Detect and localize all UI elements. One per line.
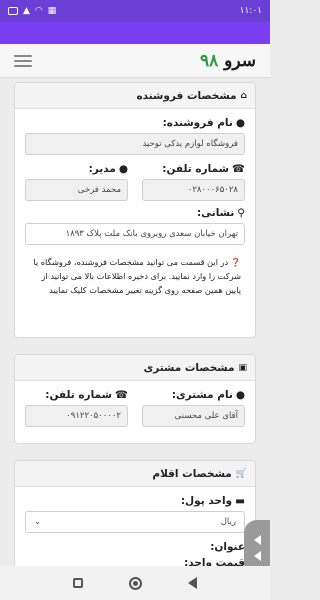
app-bar: سرو ۹۸ [0,44,270,78]
battery-icon [8,7,18,15]
chevron-down-icon: ⌄ [34,517,42,527]
seller-name-label: ● نام فروشنده: [162,117,245,129]
phone-icon: ☎ [114,389,128,401]
user-icon: ● [235,117,245,129]
home-icon: ⌂ [240,90,247,101]
signal-icon: ▲ [23,6,30,16]
app-logo: سرو ۹۸ [200,51,256,71]
seller-phone-field[interactable]: ۰۲۸۰۰۰۶۵۰۲۸ [142,179,245,201]
question-icon: ❓ [230,257,241,267]
purple-header-strip [0,22,270,44]
status-clock: ۱۱:۰۱ [239,6,262,16]
seller-card-header: ⌂ مشخصات فروشنده [15,83,255,109]
seller-card-title: مشخصات فروشنده [136,89,237,102]
phone-icon: ☎ [231,163,245,175]
user-icon: ● [235,389,245,401]
customer-phone-label: ☎ شماره تلفن: [45,389,128,401]
items-card: 🛒 مشخصات اقلام ▬ واحد پول: ریال ⌄ عنوان: … [14,460,256,580]
location-icon: ⚲ [237,207,245,219]
seller-name-field[interactable]: فروشگاه لوازم یدکی توحید [25,133,245,155]
money-icon: ▬ [235,495,245,507]
seller-phone-label: ☎ شماره تلفن: [162,163,245,175]
customer-card: ▣ مشخصات مشتری ● نام مشتری: آقای علی محسن… [14,354,256,444]
logo-text: سرو [224,50,256,71]
customer-card-header: ▣ مشخصات مشتری [15,355,255,381]
arrow-left-icon [253,551,261,561]
manager-field[interactable]: محمد فرخی [25,179,128,201]
customer-name-label: ● نام مشتری: [171,389,245,401]
arrow-left-icon [253,535,261,545]
status-bar: ▲ ◠ ▦ ۱۱:۰۱ [0,0,270,22]
customer-phone-field[interactable]: ۰۹۱۲۲۰۵۰۰۰۰۲ [25,405,128,427]
customer-card-title: مشخصات مشتری [143,361,235,374]
notification-icon: ▦ [47,6,57,16]
items-card-title: مشخصات اقلام [152,467,232,480]
address-label: ⚲ نشانی: [196,207,245,219]
back-icon[interactable] [188,577,197,589]
items-card-header: 🛒 مشخصات اقلام [15,461,255,487]
user-icon: ● [118,163,128,175]
currency-selected-value: ریال [220,517,236,527]
recent-apps-icon[interactable] [73,578,83,588]
currency-label: ▬ واحد پول: [180,495,245,507]
wifi-icon: ◠ [34,6,43,16]
home-button-icon[interactable] [129,576,142,590]
manager-label: ● مدیر: [88,163,128,175]
currency-select[interactable]: ریال ⌄ [25,511,245,533]
seller-help-note: ❓ در این قسمت می توانید مشخصات فروشنده، … [33,257,241,295]
user-card-icon: ▣ [238,362,247,373]
address-field[interactable]: تهران خیابان سعدی روبروی بانک ملت پلاک ۱… [25,223,245,245]
item-title-label: عنوان: [210,541,245,553]
menu-icon[interactable] [14,54,32,67]
system-nav-bar [0,566,270,600]
customer-name-field[interactable]: آقای علی محسنی [142,405,245,427]
logo-number: ۹۸ [199,50,219,71]
seller-card: ⌂ مشخصات فروشنده ● نام فروشنده: فروشگاه ل… [14,82,256,338]
cart-icon: 🛒 [235,468,247,479]
